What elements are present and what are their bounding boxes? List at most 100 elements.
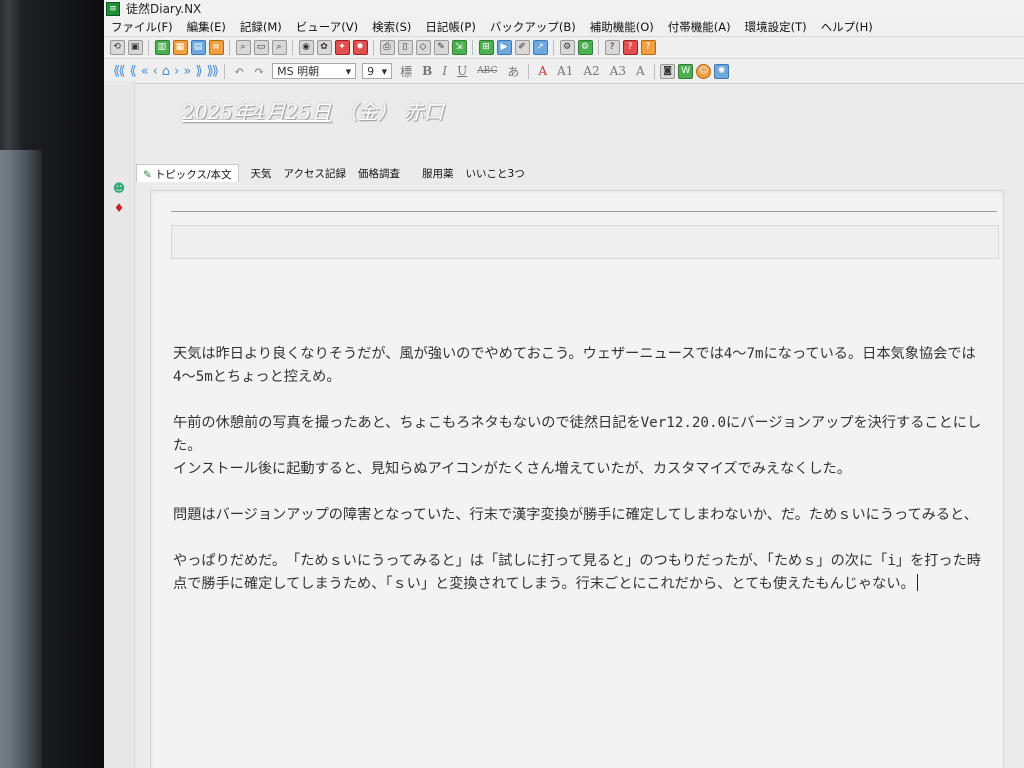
entry-date[interactable]: 2025年4月25日 [182, 100, 331, 124]
note-icon[interactable]: ✐ [514, 40, 530, 55]
toolbar-separator [148, 40, 149, 55]
divider [171, 211, 997, 212]
color-icon[interactable]: ✺ [714, 63, 730, 79]
person-icon[interactable]: ☻ [112, 181, 126, 195]
left-panel: ☻ ♦ [104, 81, 135, 768]
size2-icon[interactable]: A2 [583, 64, 599, 78]
menu-edit[interactable]: 編集(E) [180, 19, 233, 35]
last-icon[interactable]: ⟫⟫ [207, 64, 220, 79]
tab-good-things[interactable]: いいこと3つ [460, 164, 531, 182]
font-select[interactable]: MS 明朝 ▾ [272, 63, 357, 79]
list-icon[interactable]: ≡ [208, 40, 224, 55]
menu-bar: ファイル(F) 編集(E) 記録(M) ビューア(V) 検索(S) 日記帳(P)… [104, 17, 1024, 37]
text-caret [916, 574, 918, 591]
undo-icon[interactable]: ↶ [234, 64, 244, 78]
size3-icon[interactable]: A3 [610, 64, 626, 78]
app-window: ≡ 徒然Diary.NX ファイル(F) 編集(E) 記録(M) ビューア(V)… [104, 0, 1024, 768]
export-icon[interactable]: ⇲ [451, 40, 467, 55]
title-bar: ≡ 徒然Diary.NX [104, 0, 1024, 17]
first-icon[interactable]: ⟪⟪ [113, 64, 126, 79]
next-month-icon[interactable]: » [183, 64, 191, 79]
layout-icon[interactable]: ▥ [154, 40, 170, 55]
menu-help[interactable]: ヘルプ(H) [814, 19, 880, 35]
back-icon[interactable]: ⟲ [109, 40, 125, 55]
next-day-icon[interactable]: › [174, 64, 179, 79]
next-year-icon[interactable]: ⟫ [195, 64, 202, 79]
entry-weekday: （金） [337, 100, 398, 124]
app-icon: ≡ [106, 1, 120, 16]
photo-icon[interactable]: ✿ [316, 40, 332, 55]
redo-icon[interactable]: ↷ [254, 64, 264, 78]
tab-price[interactable]: 価格調査 [352, 164, 406, 182]
gear-icon[interactable]: ⚙ [559, 40, 575, 55]
monitor-icon[interactable]: ▭ [253, 40, 269, 55]
emoji-icon[interactable]: ☺ [696, 63, 712, 79]
ruby-icon[interactable]: あ [507, 63, 519, 80]
toolbar-separator [472, 40, 473, 55]
subject-field[interactable] [171, 225, 999, 259]
home-icon[interactable]: ⌂ [162, 64, 170, 79]
size1-icon[interactable]: A1 [557, 64, 573, 78]
grid-icon[interactable]: ▦ [172, 40, 188, 55]
image-insert-icon[interactable]: ◙ [660, 63, 676, 79]
italic-icon[interactable]: I [442, 64, 447, 78]
pencil-icon: ✎ [143, 169, 152, 181]
editor-area[interactable]: 天気は昨日より良くなりそうだが、風が強いのでやめておこう。ウェザーニュースでは4… [150, 190, 1004, 768]
forward-icon[interactable]: ▶ [496, 40, 512, 55]
entry-rokuyo: 赤口 [403, 100, 444, 124]
chart-icon[interactable]: ↗ [532, 40, 548, 55]
camera-icon[interactable]: ◉ [298, 40, 314, 55]
paragraph: 午前の休憩前の写真を撮ったあと、ちょこもろネタもないので徒然日記をVer12.2… [173, 415, 982, 454]
chevron-down-icon: ▾ [381, 64, 388, 78]
save-icon[interactable]: ▣ [127, 40, 143, 55]
tab-weather[interactable]: 天気 [245, 164, 278, 182]
font-size-select[interactable]: 9 ▾ [362, 63, 393, 79]
tree-icon[interactable]: ⊞ [478, 40, 494, 55]
tag-icon[interactable]: ♦ [112, 201, 126, 215]
menu-search[interactable]: 検索(S) [365, 19, 418, 35]
menu-record[interactable]: 記録(M) [233, 19, 289, 35]
tab-topics-label: トピックス/本文 [154, 169, 232, 181]
menu-extra[interactable]: 付帯機能(A) [661, 19, 738, 35]
table-icon[interactable]: ▤ [190, 40, 206, 55]
menu-settings[interactable]: 環境設定(T) [738, 19, 814, 35]
help-red-icon[interactable]: ? [622, 40, 638, 55]
help-icon[interactable]: ? [604, 40, 620, 55]
page-icon[interactable]: ▯ [397, 40, 413, 55]
menu-viewer[interactable]: ビューア(V) [289, 19, 365, 35]
star-icon[interactable]: ✸ [352, 40, 368, 55]
toolbar-separator [224, 63, 226, 79]
gear-green-icon[interactable]: ⚙ [577, 40, 593, 55]
size-reset-icon[interactable]: A [636, 64, 645, 78]
edit-icon[interactable]: ✎ [433, 40, 449, 55]
standard-icon[interactable]: 標 [400, 63, 412, 80]
tab-medicine[interactable]: 服用薬 [416, 164, 460, 182]
tool-icon[interactable]: ✦ [334, 40, 350, 55]
tab-topics[interactable]: ✎ トピックス/本文 [136, 164, 239, 182]
menu-file[interactable]: ファイル(F) [104, 19, 180, 35]
tab-access[interactable]: アクセス記録 [278, 164, 352, 182]
strike-icon[interactable]: ABC [477, 66, 497, 76]
prev-year-icon[interactable]: ⟪ [129, 64, 136, 79]
prev-month-icon[interactable]: « [141, 64, 149, 79]
font-color-icon[interactable]: A [538, 64, 547, 78]
menu-aux[interactable]: 補助機能(O) [583, 19, 661, 35]
toolbar-separator [653, 63, 655, 79]
print-icon[interactable]: ⎙ [379, 40, 395, 55]
toolbar-separator [598, 40, 599, 55]
paragraph: インストール後に起動すると、見知らぬアイコンがたくさん増えていたが、カスタマイズ… [173, 461, 852, 477]
bold-icon[interactable]: B [422, 64, 432, 78]
body-text[interactable]: 天気は昨日より良くなりそうだが、風が強いのでやめておこう。ウェザーニュースでは4… [173, 343, 993, 596]
help-orange-icon[interactable]: ? [640, 40, 656, 55]
web-icon[interactable]: W [678, 63, 694, 79]
menu-backup[interactable]: バックアップ(B) [483, 19, 583, 35]
monitor-bezel [0, 0, 104, 768]
search-icon[interactable]: ⌕ [235, 40, 251, 55]
underline-icon[interactable]: U [457, 64, 467, 78]
font-size-value: 9 [367, 64, 375, 78]
toolbar-separator [528, 63, 530, 79]
clear-icon[interactable]: ◇ [415, 40, 431, 55]
prev-day-icon[interactable]: ‹ [153, 64, 158, 79]
zoom-icon[interactable]: ⌕ [271, 40, 287, 55]
menu-diary[interactable]: 日記帳(P) [418, 19, 482, 35]
